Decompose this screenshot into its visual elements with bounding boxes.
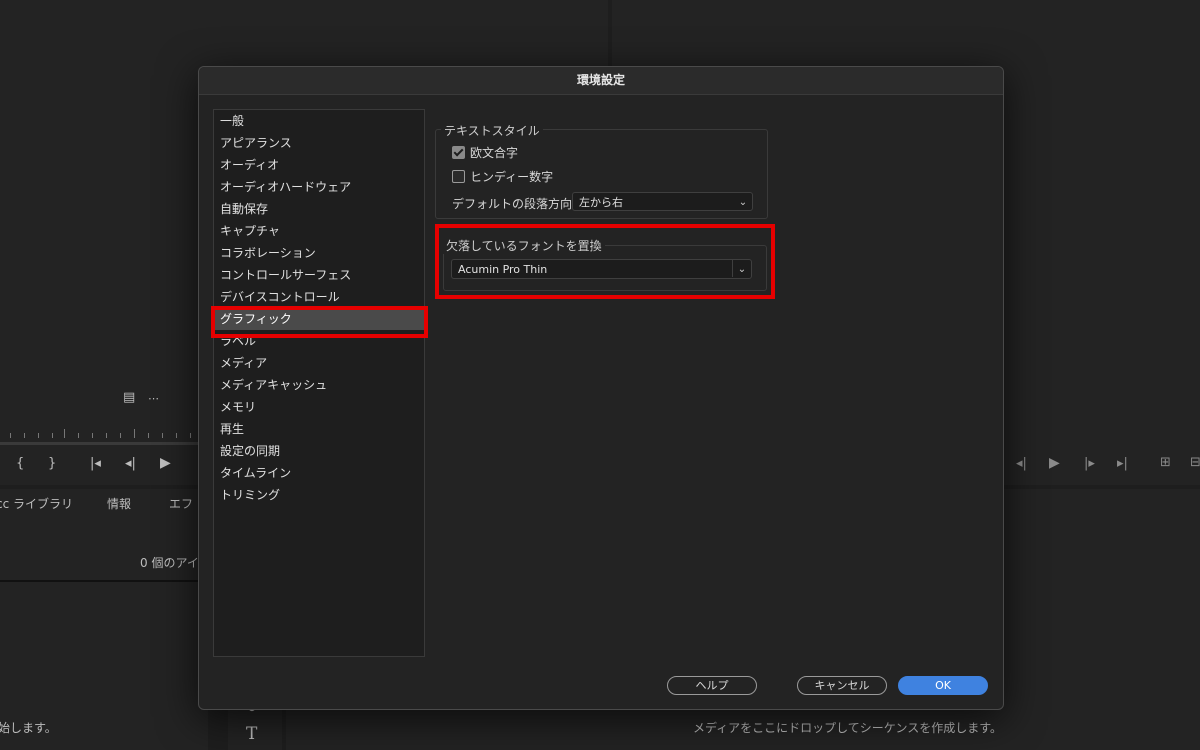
sidebar-item-auto-save[interactable]: 自動保存 (214, 198, 424, 220)
missing-font-group-label: 欠落しているフォントを置換 (443, 237, 605, 254)
sidebar-item-timeline[interactable]: タイムライン (214, 462, 424, 484)
right-go-to-out-icon[interactable]: ▸| (1117, 456, 1128, 471)
right-step-back-icon[interactable]: ◂| (1016, 456, 1027, 471)
dialog-title: 環境設定 (199, 67, 1003, 95)
type-tool-icon[interactable]: T (246, 724, 257, 744)
sidebar-item-appearance[interactable]: アピアランス (214, 132, 424, 154)
text-style-group-label: テキストスタイル (441, 122, 543, 139)
timeline-ruler[interactable] (0, 420, 198, 442)
extract-icon[interactable]: ⊟ (1190, 455, 1200, 470)
right-step-forward-icon[interactable]: |▸ (1084, 456, 1095, 471)
sidebar-item-media[interactable]: メディア (214, 352, 424, 374)
background-project-panel (0, 489, 208, 750)
roman-ligature-label: 欧文合字 (470, 146, 519, 160)
ok-button[interactable]: OK (898, 676, 988, 695)
sidebar-item-device-control[interactable]: デバイスコントロール (214, 286, 424, 308)
ruler-baseline (0, 442, 198, 445)
sidebar-item-trimming[interactable]: トリミング (214, 484, 424, 506)
sidebar-item-memory[interactable]: メモリ (214, 396, 424, 418)
mark-in-icon[interactable]: { (16, 456, 24, 471)
waveform-icon[interactable]: ⋯ (148, 392, 159, 405)
paragraph-direction-select[interactable]: 左から右 ⌄ (572, 192, 753, 211)
sidebar-item-playback[interactable]: 再生 (214, 418, 424, 440)
sidebar-item-labels[interactable]: ラベル (214, 330, 424, 352)
sidebar-item-general[interactable]: 一般 (214, 110, 424, 132)
drop-hint: メディアをここにドロップしてシーケンスを作成します。 (693, 721, 1003, 735)
mark-out-icon[interactable]: } (48, 456, 56, 471)
tab-info[interactable]: 情報 (107, 495, 131, 512)
sidebar-item-control-surface[interactable]: コントロールサーフェス (214, 264, 424, 286)
hindi-digits-checkbox[interactable] (452, 170, 465, 183)
sidebar-item-audio-hardware[interactable]: オーディオハードウェア (214, 176, 424, 198)
tab-effects[interactable]: エフ (169, 495, 193, 512)
sidebar-item-audio[interactable]: オーディオ (214, 154, 424, 176)
roman-ligature-checkbox[interactable] (452, 146, 465, 159)
preferences-sidebar: 一般 アピアランス オーディオ オーディオハードウェア 自動保存 キャプチャ コ… (213, 109, 425, 657)
right-play-icon[interactable]: ▶ (1049, 455, 1060, 471)
go-to-in-icon[interactable]: |◂ (90, 456, 101, 471)
sidebar-item-media-cache[interactable]: メディアキャッシュ (214, 374, 424, 396)
missing-font-value: Acumin Pro Thin (458, 263, 548, 276)
preferences-dialog: 環境設定 一般 アピアランス オーディオ オーディオハードウェア 自動保存 キャ… (198, 66, 1004, 710)
tab-library[interactable]: cc ライブラリ (0, 495, 73, 512)
sidebar-item-sync-settings[interactable]: 設定の同期 (214, 440, 424, 462)
play-icon[interactable]: ▶ (160, 455, 171, 471)
background-divider (0, 580, 208, 582)
paragraph-direction-value: 左から右 (579, 196, 623, 209)
chevron-down-icon: ⌄ (738, 197, 748, 208)
hindi-digits-label: ヒンディー数字 (470, 170, 554, 184)
sidebar-item-graphics[interactable]: グラフィック (214, 308, 424, 330)
lift-icon[interactable]: ⊞ (1160, 455, 1171, 470)
roman-ligature-row[interactable]: 欧文合字 (452, 144, 518, 161)
cancel-button[interactable]: キャンセル (797, 676, 887, 695)
status-text: 始します。 (0, 721, 57, 735)
missing-font-select[interactable]: Acumin Pro Thin ⌄ (451, 259, 752, 279)
film-icon[interactable]: ▤ (123, 390, 135, 405)
hindi-digits-row[interactable]: ヒンディー数字 (452, 168, 553, 185)
step-back-icon[interactable]: ◂| (125, 456, 136, 471)
paragraph-direction-label: デフォルトの段落方向 : (452, 197, 580, 211)
sidebar-item-capture[interactable]: キャプチャ (214, 220, 424, 242)
help-button[interactable]: ヘルプ (667, 676, 757, 695)
chevron-down-icon: ⌄ (732, 260, 751, 277)
sidebar-item-collaboration[interactable]: コラボレーション (214, 242, 424, 264)
